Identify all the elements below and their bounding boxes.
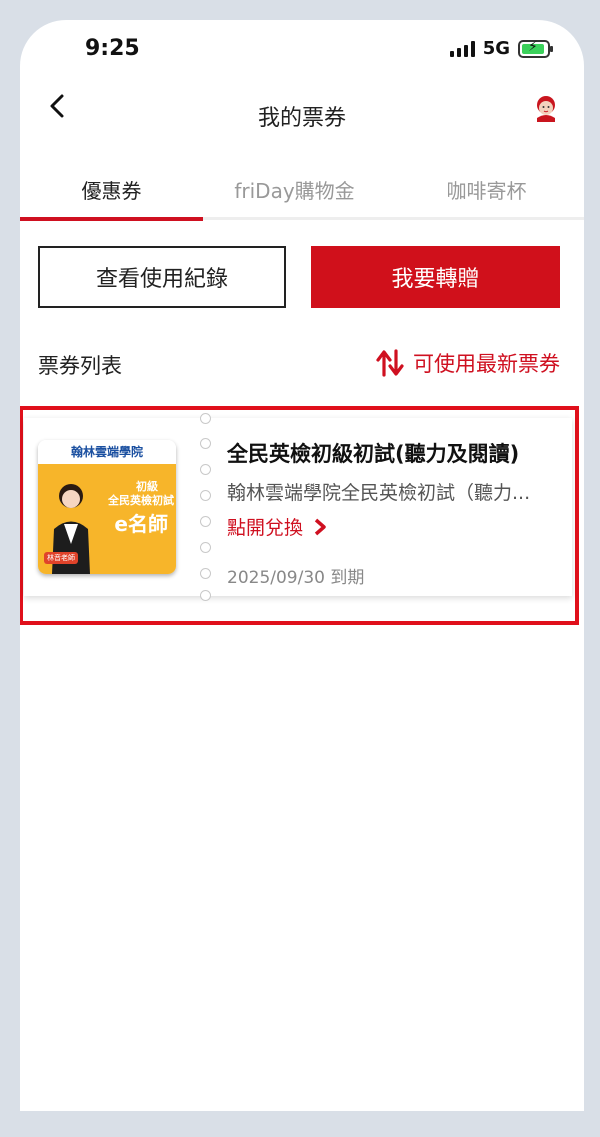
ticket-thumbnail: 翰林雲端學院 初級 全民英檢初試 e名師 林音老師 (38, 440, 176, 574)
thumb-brand: 翰林雲端學院 (38, 440, 176, 464)
sort-button[interactable]: 可使用最新票券 (375, 348, 560, 378)
status-time: 9:25 (85, 36, 140, 61)
thumb-banner: 初級 全民英檢初試 e名師 林音老師 (38, 464, 176, 574)
tab-friday-credit[interactable]: friDay購物金 (203, 170, 386, 220)
gift-button[interactable]: 我要轉贈 (311, 246, 560, 308)
thumb-badge: 林音老師 (44, 552, 78, 564)
tab-coupons[interactable]: 優惠券 (20, 170, 203, 220)
screen: 9:25 5G ⚡ 我的票券 優惠券 friDay購物金 咖啡寄杯 查看使用紀錄… (20, 20, 584, 1111)
list-title: 票券列表 (38, 354, 122, 378)
ticket-perforation (198, 413, 214, 601)
sort-arrows-icon (376, 349, 404, 377)
tab-bar: 優惠券 friDay購物金 咖啡寄杯 (20, 170, 584, 221)
signal-icon (449, 40, 475, 57)
thumb-line3: e名師 (114, 512, 168, 536)
network-label: 5G (482, 38, 510, 59)
status-icons: 5G ⚡ (449, 38, 553, 59)
page-title: 我的票券 (257, 106, 346, 131)
support-agent-icon[interactable] (532, 94, 560, 122)
battery-icon: ⚡ (518, 39, 553, 58)
sort-label: 可使用最新票券 (413, 352, 560, 376)
view-history-button[interactable]: 查看使用紀錄 (38, 246, 286, 308)
ticket-subtitle: 翰林雲端學院全民英檢初試（聽力... (227, 482, 531, 504)
phone-frame: 9:25 5G ⚡ 我的票券 優惠券 friDay購物金 咖啡寄杯 查看使用紀錄… (0, 0, 600, 1137)
tab-indicator (20, 217, 203, 221)
redeem-link[interactable]: 點開兌換 (227, 513, 327, 540)
redeem-label: 點開兌換 (227, 517, 304, 539)
ticket-title: 全民英檢初級初試(聽力及閱讀) (227, 442, 520, 466)
thumb-line2: 全民英檢初試 (108, 494, 174, 507)
chevron-right-icon (314, 518, 326, 535)
ticket-card[interactable]: 翰林雲端學院 初級 全民英檢初試 e名師 林音老師 全民英檢初級初試(聽力及閱讀… (24, 413, 572, 601)
tab-coffee-deposit[interactable]: 咖啡寄杯 (395, 170, 578, 220)
ticket-expiry: 2025/09/30 到期 (227, 568, 365, 588)
